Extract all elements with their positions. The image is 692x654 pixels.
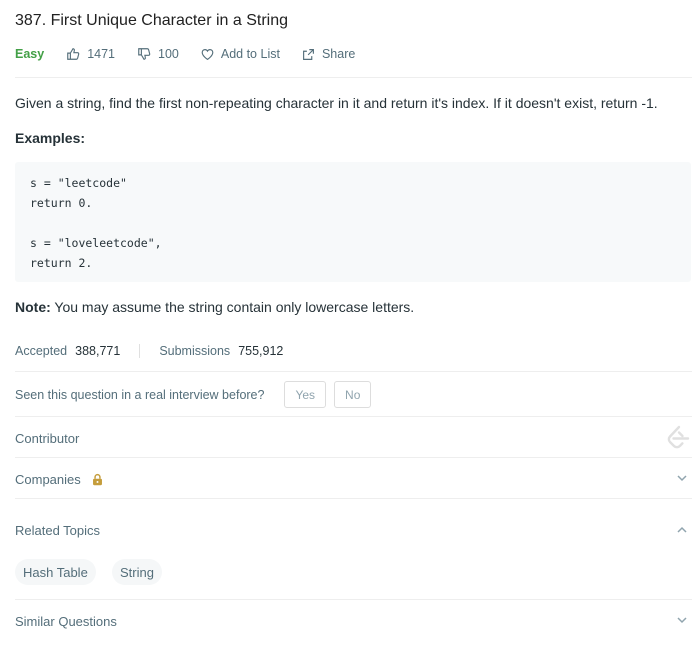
difficulty-badge: Easy (15, 47, 45, 61)
accepted-label: Accepted (15, 344, 68, 358)
contributor-label: Contributor (15, 431, 80, 446)
add-to-list-button[interactable]: Add to List (201, 47, 280, 61)
example-code-block: s = "leetcode" return 0. s = "loveleetco… (15, 162, 691, 282)
contributor-section-header[interactable]: Contributor (15, 431, 79, 446)
related-topics-section-header[interactable]: Related Topics (15, 523, 100, 538)
problem-description: Given a string, find the first non-repea… (15, 95, 658, 111)
heart-icon (201, 48, 214, 60)
similar-questions-label: Similar Questions (15, 614, 117, 629)
submissions-value: 755,912 (238, 344, 284, 358)
divider (15, 457, 692, 458)
no-button[interactable]: No (334, 381, 372, 408)
interview-question-row: Seen this question in a real interview b… (15, 381, 372, 408)
code-line: s = "loveleetcode", (30, 236, 162, 250)
stats-separator (139, 344, 141, 358)
yes-button[interactable]: Yes (284, 381, 327, 408)
code-line: return 2. (30, 256, 93, 270)
share-button[interactable]: Share (302, 47, 355, 61)
like-button[interactable]: 1471 (66, 47, 115, 61)
divider (15, 77, 692, 78)
companies-label: Companies (15, 472, 81, 487)
problem-meta-bar: Easy 1471 100 Add to List Share (15, 45, 377, 63)
interview-question-text: Seen this question in a real interview b… (15, 387, 265, 402)
note-label: Note: (15, 299, 51, 315)
thumbs-down-icon (138, 48, 151, 60)
chevron-down-icon[interactable] (676, 473, 688, 483)
divider (15, 371, 692, 372)
lock-icon (92, 473, 102, 486)
add-to-list-label: Add to List (220, 47, 280, 61)
examples-heading: Examples: (15, 130, 86, 146)
divider (15, 599, 692, 600)
divider (15, 498, 692, 499)
thumbs-up-icon (67, 48, 80, 60)
dislike-button[interactable]: 100 (137, 47, 179, 61)
stats-bar: Accepted 388,771 Submissions 755,912 (15, 344, 283, 358)
companies-section-header[interactable]: Companies (15, 472, 104, 487)
divider (15, 416, 692, 417)
related-topics-label: Related Topics (15, 523, 101, 538)
share-label: Share (321, 47, 356, 61)
likes-count: 1471 (87, 47, 116, 61)
note-paragraph: Note: You may assume the string contain … (15, 299, 414, 315)
leetcode-logo-icon (667, 425, 690, 449)
code-line: s = "leetcode" (30, 176, 127, 190)
topic-tag-hash-table[interactable]: Hash Table (15, 559, 96, 585)
note-text: You may assume the string contain only l… (50, 299, 415, 315)
chevron-up-icon[interactable] (676, 525, 688, 535)
chevron-down-icon[interactable] (676, 615, 688, 625)
submissions-label: Submissions (159, 344, 231, 358)
share-icon (303, 48, 314, 60)
accepted-value: 388,771 (75, 344, 121, 358)
code-line: return 0. (30, 196, 93, 210)
similar-questions-section-header[interactable]: Similar Questions (15, 614, 117, 629)
dislikes-count: 100 (158, 47, 179, 61)
problem-title: 387. First Unique Character in a String (15, 12, 289, 29)
topic-tag-string[interactable]: String (112, 559, 162, 585)
